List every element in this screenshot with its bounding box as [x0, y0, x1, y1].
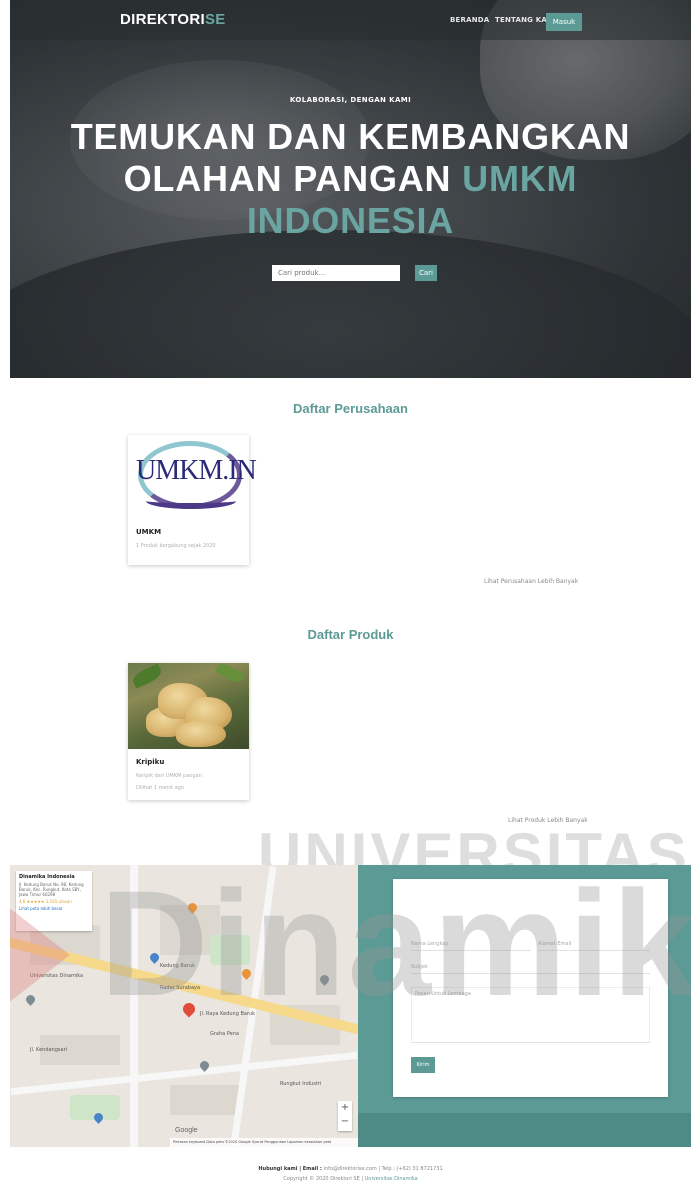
contact-section: Nama Lengkap Alamat Email Subjek Pesan U…	[358, 865, 691, 1147]
leaf-shape	[130, 663, 164, 689]
brand-main: DIREKTORI	[120, 11, 205, 28]
map-label: Graha Pena	[210, 1031, 239, 1037]
map-label: Jl. Raya Kedung Baruk	[200, 1011, 256, 1017]
logo-swoosh	[146, 493, 236, 509]
map-pin-icon[interactable]	[148, 951, 161, 964]
product-image	[128, 663, 249, 749]
map-zoom-control[interactable]: + −	[338, 1101, 352, 1131]
footer-contact-detail: info@direktorise.com | Telp : (+62) 31 8…	[323, 1166, 443, 1172]
name-field[interactable]: Nama Lengkap	[411, 939, 531, 951]
product-card[interactable]: Kripiku Keripik dari UMKM pangan Dilihat…	[128, 663, 249, 800]
headline-line-2-main: OLAHAN PANGAN	[123, 158, 452, 199]
company-name: UMKM	[136, 528, 162, 536]
product-timestamp: Dilihat 1 menit ago	[136, 785, 184, 791]
company-logo: UMKM.IN	[128, 435, 257, 517]
map-attribution[interactable]: Pintasan keyboard Data peta ©2020 Google…	[170, 1138, 358, 1147]
contact-form: Nama Lengkap Alamat Email Subjek Pesan U…	[393, 879, 668, 1097]
headline-line-1: TEMUKAN DAN KEMBANGKAN	[70, 116, 631, 157]
footer-credit-link[interactable]: Universitas Dinamika	[365, 1176, 418, 1182]
contact-strip	[358, 1113, 691, 1147]
leaf-shape	[214, 663, 246, 686]
headline-line-3-accent: INDONESIA	[246, 200, 455, 241]
product-meta: Keripik dari UMKM pangan	[136, 773, 202, 779]
more-companies-link[interactable]: Lihat Perusahaan Lebih Banyak	[484, 578, 578, 585]
map-pin-icon[interactable]	[318, 973, 331, 986]
zoom-out-button[interactable]: −	[338, 1115, 352, 1129]
google-logo: Google	[175, 1127, 198, 1134]
navbar: DIREKTORISE BERANDA TENTANG KAMI Masuk	[10, 0, 691, 40]
footer-copyright-text: Copyright © 2020 Direktori SE |	[283, 1176, 364, 1182]
map-block	[170, 1085, 240, 1115]
chip-shape	[176, 721, 226, 747]
footer-copyright: Copyright © 2020 Direktori SE | Universi…	[10, 1176, 691, 1182]
companies-section-title: Daftar Perusahaan	[293, 401, 408, 416]
login-button[interactable]: Masuk	[546, 13, 582, 31]
email-field[interactable]: Alamat Email	[538, 939, 650, 951]
message-field[interactable]: Pesan Untuk Lembaga	[411, 987, 650, 1043]
product-search-input[interactable]	[272, 265, 400, 281]
watermark-shape	[10, 885, 70, 1025]
subject-field[interactable]: Subjek	[411, 962, 650, 974]
brand-accent: SE	[204, 11, 226, 28]
map-label: Kedung Baruk	[160, 963, 195, 969]
nav-link-home[interactable]: BERANDA	[450, 16, 489, 24]
logo-text: UMKM.IN	[136, 455, 257, 486]
company-meta: 1 Produk bergabung sejak 2020	[136, 543, 216, 549]
brand-logo[interactable]: DIREKTORISE	[120, 11, 226, 28]
page: DIREKTORISE BERANDA TENTANG KAMI Masuk K…	[10, 0, 691, 1191]
headline-line-2-accent: UMKM	[462, 158, 578, 199]
map-label: Radar Surabaya	[160, 985, 201, 991]
hero-section: DIREKTORISE BERANDA TENTANG KAMI Masuk K…	[10, 0, 691, 378]
send-button[interactable]: Kirim	[411, 1057, 435, 1073]
footer-contact-label: Hubungi kami | Email :	[258, 1166, 322, 1172]
search-button[interactable]: Cari	[415, 265, 437, 281]
products-section-title: Daftar Produk	[307, 627, 394, 642]
map-info-title: Dinamika Indonesia	[19, 874, 75, 880]
map-label: Rungkut Industri	[280, 1081, 322, 1087]
footer-contact: Hubungi kami | Email : info@direktorise.…	[10, 1166, 691, 1172]
hero-headline: TEMUKAN DAN KEMBANGKAN OLAHAN PANGAN UMK…	[10, 116, 691, 242]
map-pin-icon[interactable]	[240, 967, 253, 980]
zoom-in-button[interactable]: +	[338, 1101, 352, 1115]
hero-kicker: KOLABORASI, DENGAN KAMI	[289, 96, 412, 104]
map-park	[210, 935, 250, 965]
company-card[interactable]: UMKM.IN UMKM 1 Produk bergabung sejak 20…	[128, 435, 257, 565]
map-location-pin-icon[interactable]	[180, 1000, 198, 1018]
product-name: Kripiku	[136, 758, 165, 766]
map-road	[130, 865, 138, 1147]
map-label: Jl. Kendangsari	[30, 1047, 68, 1053]
